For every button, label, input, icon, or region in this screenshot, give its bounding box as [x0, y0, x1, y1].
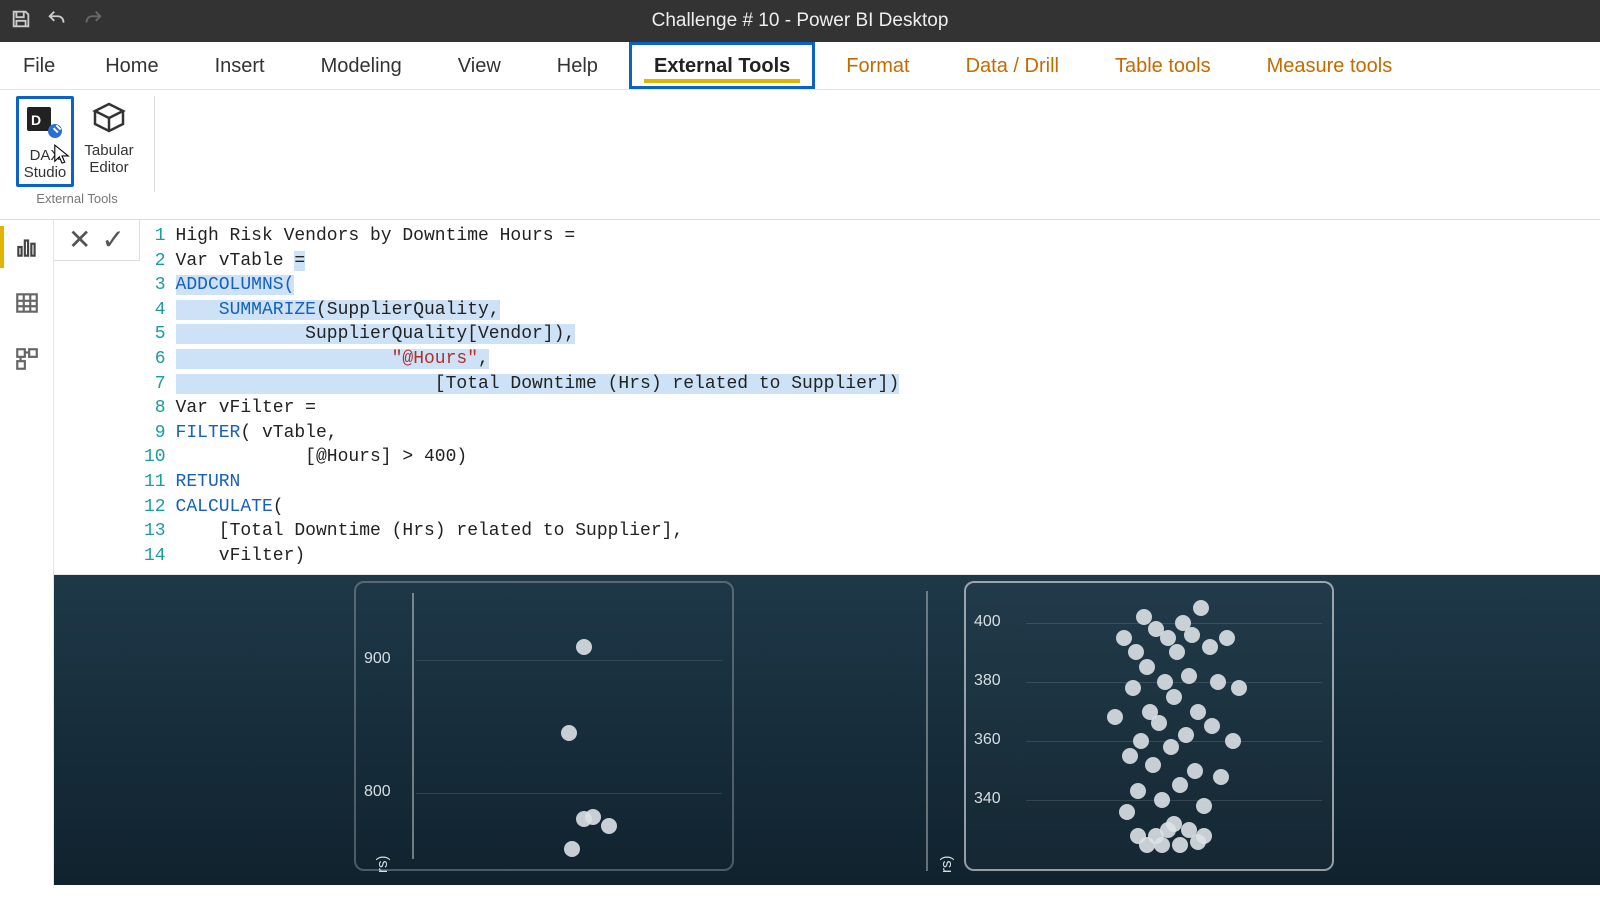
data-view-button[interactable] — [10, 286, 44, 320]
tab-file[interactable]: File — [12, 42, 74, 89]
data-point — [1139, 837, 1155, 853]
ribbon-group-external-tools: D DAX Studio — [6, 96, 148, 206]
ribbon-group-label: External Tools — [16, 191, 138, 206]
data-point — [1231, 680, 1247, 696]
data-point — [1151, 715, 1167, 731]
data-point — [1130, 783, 1146, 799]
data-point — [1163, 739, 1179, 755]
data-point — [1204, 718, 1220, 734]
data-point — [1154, 837, 1170, 853]
dax-studio-button[interactable]: D DAX Studio — [16, 96, 74, 187]
dax-studio-label-1: DAX — [21, 147, 69, 164]
commit-formula-button[interactable]: ✓ — [101, 226, 124, 254]
axis-tick-label: 900 — [364, 650, 391, 668]
chart-b-ylabel: rs) — [938, 856, 955, 874]
dax-studio-label-2: Studio — [21, 164, 69, 181]
report-view-button[interactable] — [10, 230, 44, 264]
undo-icon[interactable] — [46, 8, 68, 35]
axis-tick-label: 380 — [974, 672, 1001, 690]
save-icon[interactable] — [10, 8, 32, 35]
ribbon: D DAX Studio — [0, 90, 1600, 220]
axis-tick-label: 400 — [974, 613, 1001, 631]
data-point — [1145, 757, 1161, 773]
data-point — [1219, 630, 1235, 646]
tabular-editor-icon — [87, 98, 131, 138]
data-point — [601, 818, 617, 834]
data-point — [1166, 816, 1182, 832]
tab-data-drill[interactable]: Data / Drill — [941, 42, 1084, 89]
view-rail — [0, 220, 54, 885]
axis-tick-label: 800 — [364, 783, 391, 801]
data-point — [1139, 659, 1155, 675]
data-point — [1172, 837, 1188, 853]
data-point — [1157, 674, 1173, 690]
tab-table-tools[interactable]: Table tools — [1090, 42, 1236, 89]
tab-insert[interactable]: Insert — [190, 42, 290, 89]
svg-text:D: D — [31, 112, 41, 128]
data-point — [585, 809, 601, 825]
data-point — [1225, 733, 1241, 749]
ribbon-separator — [154, 96, 155, 192]
data-point — [1128, 644, 1144, 660]
data-point — [561, 725, 577, 741]
redo-icon[interactable] — [82, 8, 104, 35]
data-point — [1122, 748, 1138, 764]
data-point — [1184, 627, 1200, 643]
data-point — [1166, 689, 1182, 705]
cancel-formula-button[interactable]: ✕ — [68, 226, 91, 254]
data-point — [1187, 763, 1203, 779]
data-point — [1213, 769, 1229, 785]
ribbon-tabs: File Home Insert Modeling View Help Exte… — [0, 42, 1600, 90]
data-point — [564, 841, 580, 857]
tab-format[interactable]: Format — [821, 42, 934, 89]
tab-help[interactable]: Help — [532, 42, 623, 89]
data-point — [1125, 680, 1141, 696]
tab-home[interactable]: Home — [80, 42, 183, 89]
report-canvas[interactable]: rs) 800 900 rs) 340 360 380 400 — [54, 575, 1600, 885]
axis-tick-label: 360 — [974, 731, 1001, 749]
data-point — [1116, 630, 1132, 646]
data-point — [1133, 733, 1149, 749]
formula-bar: ✕ ✓ 1234567891011121314 High Risk Vendor… — [54, 220, 1600, 575]
chart-a-ylabel: rs) — [374, 856, 391, 874]
data-point — [1190, 704, 1206, 720]
scatter-chart-a[interactable]: rs) 800 900 — [354, 581, 734, 871]
data-point — [1172, 777, 1188, 793]
data-point — [1154, 792, 1170, 808]
data-point — [1196, 798, 1212, 814]
scatter-chart-b[interactable]: rs) 340360380400 — [964, 581, 1334, 871]
tabular-editor-button[interactable]: Tabular Editor — [80, 96, 138, 187]
data-point — [1210, 674, 1226, 690]
data-point — [1160, 630, 1176, 646]
dax-editor[interactable]: 1234567891011121314 High Risk Vendors by… — [140, 220, 1600, 574]
dax-code[interactable]: High Risk Vendors by Downtime Hours = Va… — [176, 224, 900, 568]
data-point — [1190, 834, 1206, 850]
titlebar: Challenge # 10 - Power BI Desktop — [0, 0, 1600, 42]
data-point — [1169, 644, 1185, 660]
dax-studio-icon: D — [23, 103, 67, 143]
line-gutter: 1234567891011121314 — [140, 224, 176, 568]
data-point — [1119, 804, 1135, 820]
data-point — [1193, 600, 1209, 616]
axis-tick-label: 340 — [974, 790, 1001, 808]
model-view-button[interactable] — [10, 342, 44, 376]
tabular-editor-label-2: Editor — [80, 159, 138, 176]
tabular-editor-label-1: Tabular — [80, 142, 138, 159]
tab-measure-tools[interactable]: Measure tools — [1242, 42, 1418, 89]
data-point — [1178, 727, 1194, 743]
data-point — [1107, 709, 1123, 725]
tab-external-tools[interactable]: External Tools — [629, 42, 815, 89]
data-point — [1202, 639, 1218, 655]
app-title: Challenge # 10 - Power BI Desktop — [0, 10, 1600, 32]
data-point — [576, 639, 592, 655]
tab-modeling[interactable]: Modeling — [296, 42, 427, 89]
tab-view[interactable]: View — [433, 42, 526, 89]
data-point — [1181, 668, 1197, 684]
